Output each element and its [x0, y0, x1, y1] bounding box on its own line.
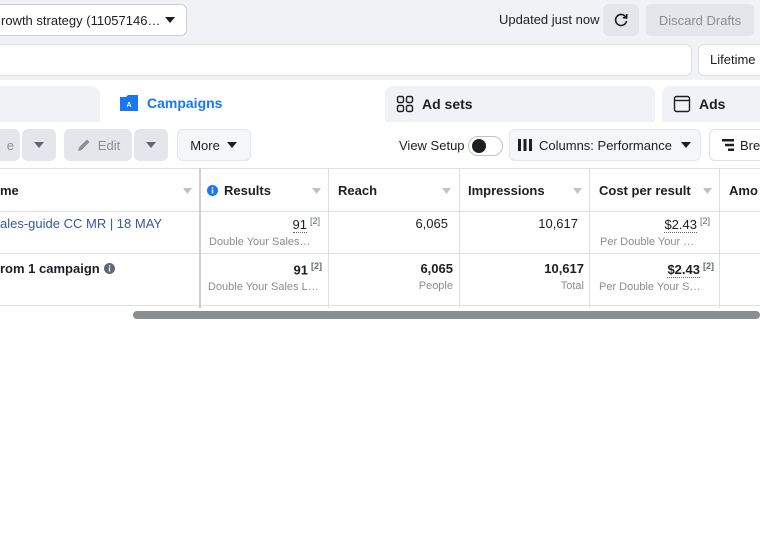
columns-icon	[518, 139, 533, 151]
chevron-down-icon	[146, 142, 156, 148]
summary-impressions-value: 10,617	[544, 261, 584, 276]
campaigns-table: me Results Reach Impressions Cost per re…	[0, 168, 760, 308]
cost-per-result-value: $2.43 [2]	[590, 216, 710, 234]
column-divider	[199, 168, 201, 308]
summary-impressions-subtext: Total	[560, 280, 584, 292]
tab-ad-sets-label: Ad sets	[422, 96, 473, 112]
cost-per-result-subtext: Per Double Your S…	[600, 236, 696, 248]
sort-icon	[183, 188, 192, 194]
reach-value: 6,065	[415, 216, 448, 231]
column-header-amount-spent[interactable]: Amo	[720, 168, 760, 212]
summary-cost-per-result-value: $2.43 [2]	[590, 261, 714, 279]
summary-results-footnote: [2]	[311, 261, 322, 271]
summary-results-number: 91	[293, 262, 308, 278]
chevron-down-icon	[226, 142, 237, 148]
tab-ads-label: Ads	[699, 96, 726, 112]
impressions-value: 10,617	[538, 216, 578, 231]
column-divider	[459, 168, 460, 308]
account-selector-label: rowth strategy (11057146…	[1, 12, 161, 28]
columns-button-label: Columns: Performance	[539, 137, 672, 153]
chevron-down-icon	[34, 142, 44, 148]
column-header-results[interactable]: Results	[200, 168, 329, 212]
summary-cost-per-result-subtext: Per Double Your Sal…	[599, 281, 703, 293]
columns-button[interactable]: Columns: Performance	[509, 129, 701, 161]
view-setup-toggle[interactable]	[468, 136, 503, 156]
edit-dropdown-button[interactable]	[134, 129, 168, 161]
summary-cost-footnote: [2]	[703, 261, 714, 271]
results-footnote: [2]	[309, 216, 320, 226]
info-icon[interactable]	[103, 263, 115, 274]
info-icon	[207, 184, 218, 196]
tab-ads[interactable]: Ads	[662, 86, 760, 122]
refresh-button[interactable]	[603, 4, 639, 36]
column-header-reach[interactable]: Reach	[329, 168, 459, 212]
sort-icon	[442, 188, 451, 194]
column-header-name[interactable]: me	[0, 168, 200, 212]
column-divider	[719, 168, 720, 308]
toolbar: e Edit More View Setup Columns: Performa…	[0, 122, 760, 168]
tab-campaigns[interactable]: A Campaigns	[108, 83, 377, 122]
create-dropdown-button[interactable]	[22, 129, 56, 161]
summary-row: rom 1 campaign 91 [2] Double Your Sales L…	[0, 254, 760, 306]
column-divider	[589, 168, 590, 308]
results-subtext: Double Your Sales…	[209, 236, 311, 248]
more-button[interactable]: More	[177, 129, 251, 161]
edit-button-label: Edit	[97, 137, 121, 153]
column-header-amount-spent-label: Amo	[729, 182, 758, 198]
results-number[interactable]: 91	[292, 217, 307, 234]
top-bar: rowth strategy (11057146… Updated just n…	[0, 0, 760, 80]
pencil-icon	[77, 139, 90, 151]
grid-icon	[396, 95, 414, 113]
sort-icon	[312, 188, 321, 194]
tab-account-overview[interactable]	[0, 86, 100, 122]
tab-ad-sets[interactable]: Ad sets	[385, 86, 655, 122]
summary-reach-value: 6,065	[420, 261, 453, 276]
ad-icon	[673, 95, 691, 113]
column-header-name-label: me	[0, 182, 19, 198]
breakdown-icon	[722, 139, 734, 151]
toggle-knob	[472, 139, 486, 153]
summary-reach-subtext: People	[418, 280, 453, 292]
breakdown-button-label: Bre	[740, 137, 760, 153]
results-value: 91 [2]	[200, 216, 320, 234]
updated-status: Updated just now	[499, 12, 600, 27]
sort-icon	[703, 188, 712, 194]
ads-manager: rowth strategy (11057146… Updated just n…	[0, 0, 760, 537]
edit-button[interactable]: Edit	[64, 129, 132, 161]
view-setup-label: View Setup	[399, 138, 465, 153]
date-range-button[interactable]: Lifetime	[698, 44, 760, 76]
account-selector[interactable]: rowth strategy (11057146…	[0, 4, 187, 36]
cost-footnote: [2]	[699, 216, 710, 226]
tab-campaigns-label: Campaigns	[147, 94, 223, 111]
more-button-label: More	[190, 137, 220, 153]
column-divider	[328, 168, 329, 308]
refresh-icon	[614, 13, 628, 27]
column-header-impressions-label: Impressions	[468, 182, 545, 198]
summary-results-value: 91 [2]	[200, 261, 322, 277]
svg-text:A: A	[126, 102, 131, 109]
horizontal-scrollbar[interactable]	[133, 311, 760, 319]
column-header-cost-per-result[interactable]: Cost per result	[590, 168, 720, 212]
column-header-results-label: Results	[224, 182, 271, 198]
breakdown-button[interactable]: Bre	[709, 129, 760, 161]
campaign-name-link[interactable]: ales-guide CC MR | 18 MAY	[0, 216, 162, 231]
create-button[interactable]: e	[0, 129, 20, 161]
chevron-down-icon	[680, 142, 691, 148]
discard-drafts-button[interactable]: Discard Drafts	[646, 4, 754, 36]
column-header-cost-per-result-label: Cost per result	[599, 182, 691, 198]
search-filter-bar[interactable]	[0, 44, 692, 76]
chevron-down-icon	[165, 17, 175, 23]
sort-icon	[573, 188, 582, 194]
summary-results-subtext: Double Your Sales L…	[208, 281, 319, 293]
column-header-reach-label: Reach	[338, 182, 378, 198]
campaign-icon: A	[119, 94, 139, 112]
summary-name-label: rom 1 campaign	[0, 261, 100, 276]
table-row: ales-guide CC MR | 18 MAY 91 [2] Double Y…	[0, 212, 760, 254]
column-header-impressions[interactable]: Impressions	[459, 168, 590, 212]
cost-number[interactable]: $2.43	[664, 217, 697, 234]
summary-cost-number[interactable]: $2.43	[667, 262, 700, 279]
summary-name: rom 1 campaign	[0, 261, 115, 276]
